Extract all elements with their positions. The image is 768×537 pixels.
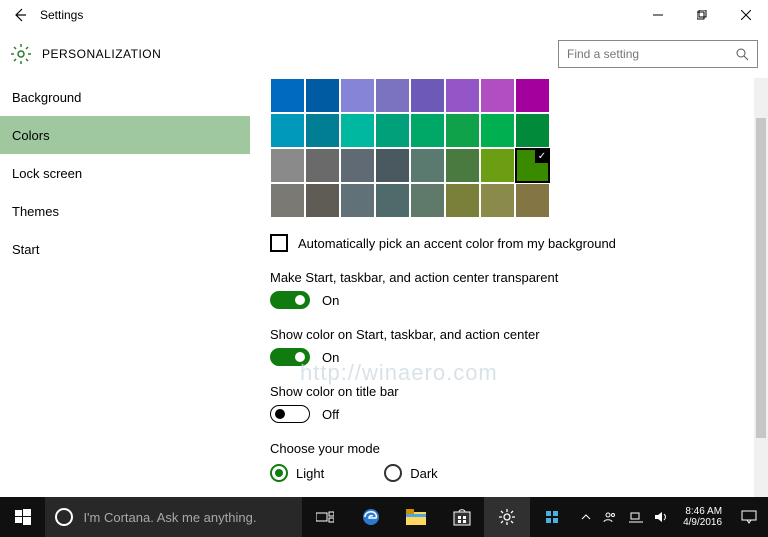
- back-button[interactable]: [10, 5, 30, 25]
- sidebar: BackgroundColorsLock screenThemesStart: [0, 78, 250, 497]
- scrollbar[interactable]: [754, 78, 768, 497]
- start-button[interactable]: [0, 497, 45, 537]
- sidebar-item-start[interactable]: Start: [0, 230, 250, 268]
- toggle-state: Off: [322, 407, 339, 422]
- accent-swatch[interactable]: [446, 114, 479, 147]
- mode-radio-light[interactable]: Light: [270, 464, 324, 482]
- accent-swatch[interactable]: [306, 79, 339, 112]
- toggle-switch[interactable]: [270, 348, 310, 366]
- accent-swatch[interactable]: [376, 114, 409, 147]
- accent-swatch[interactable]: [411, 184, 444, 217]
- accent-swatch[interactable]: [306, 149, 339, 182]
- tray-people-icon[interactable]: [597, 497, 623, 537]
- taskbar-app-settings[interactable]: [484, 497, 529, 537]
- accent-swatch[interactable]: [446, 184, 479, 217]
- cortana-placeholder: I'm Cortana. Ask me anything.: [83, 510, 256, 525]
- auto-pick-row[interactable]: Automatically pick an accent color from …: [270, 234, 748, 252]
- setting-label: Make Start, taskbar, and action center t…: [270, 270, 748, 285]
- accent-swatch[interactable]: [376, 149, 409, 182]
- task-view-button[interactable]: [302, 497, 347, 537]
- accent-swatch[interactable]: [481, 79, 514, 112]
- sidebar-item-themes[interactable]: Themes: [0, 192, 250, 230]
- radio-label: Dark: [410, 466, 437, 481]
- taskbar-app-other[interactable]: [530, 497, 575, 537]
- radio-circle: [384, 464, 402, 482]
- search-icon: [735, 47, 749, 61]
- minimize-button[interactable]: [636, 0, 680, 30]
- accent-swatch[interactable]: [376, 184, 409, 217]
- accent-swatch[interactable]: [481, 184, 514, 217]
- toggle-switch[interactable]: [270, 405, 310, 423]
- taskbar-app-edge[interactable]: [348, 497, 393, 537]
- tray-network-icon[interactable]: [623, 497, 649, 537]
- accent-swatch[interactable]: [411, 114, 444, 147]
- accent-swatch[interactable]: [411, 79, 444, 112]
- auto-pick-label: Automatically pick an accent color from …: [298, 236, 616, 251]
- setting-label: Show color on title bar: [270, 384, 748, 399]
- gear-icon: [10, 43, 32, 65]
- sidebar-item-lock-screen[interactable]: Lock screen: [0, 154, 250, 192]
- sidebar-item-background[interactable]: Background: [0, 78, 250, 116]
- scrollbar-thumb[interactable]: [756, 118, 766, 438]
- accent-swatch[interactable]: [411, 149, 444, 182]
- cortana-search[interactable]: I'm Cortana. Ask me anything.: [45, 497, 302, 537]
- accent-swatch[interactable]: [271, 79, 304, 112]
- accent-swatch[interactable]: [341, 184, 374, 217]
- accent-swatch[interactable]: [341, 149, 374, 182]
- taskbar: I'm Cortana. Ask me anything. 8:46 AM 4/…: [0, 497, 768, 537]
- search-input[interactable]: [567, 47, 735, 61]
- accent-swatch[interactable]: [446, 79, 479, 112]
- accent-swatch[interactable]: [481, 114, 514, 147]
- accent-swatch[interactable]: [481, 149, 514, 182]
- auto-pick-checkbox[interactable]: [270, 234, 288, 252]
- accent-swatch[interactable]: [271, 114, 304, 147]
- action-center-button[interactable]: [730, 497, 768, 537]
- page-title: PERSONALIZATION: [42, 47, 558, 61]
- radio-label: Light: [296, 466, 324, 481]
- toggle-state: On: [322, 293, 339, 308]
- accent-color-grid: ✓: [270, 78, 748, 218]
- maximize-button[interactable]: [680, 0, 724, 30]
- taskbar-app-store[interactable]: [439, 497, 484, 537]
- accent-swatch[interactable]: [341, 79, 374, 112]
- search-box[interactable]: [558, 40, 758, 68]
- content-panel: ✓ Automatically pick an accent color fro…: [250, 78, 768, 497]
- accent-swatch[interactable]: [376, 79, 409, 112]
- accent-swatch[interactable]: [341, 114, 374, 147]
- accent-swatch[interactable]: [271, 184, 304, 217]
- clock-time: 8:46 AM: [683, 506, 722, 517]
- window-title: Settings: [40, 8, 636, 22]
- accent-swatch[interactable]: [271, 149, 304, 182]
- mode-radio-dark[interactable]: Dark: [384, 464, 437, 482]
- mode-label: Choose your mode: [270, 441, 748, 456]
- taskbar-clock[interactable]: 8:46 AM 4/9/2016: [675, 506, 730, 528]
- accent-swatch[interactable]: [516, 114, 549, 147]
- toggle-switch[interactable]: [270, 291, 310, 309]
- taskbar-app-explorer[interactable]: [393, 497, 438, 537]
- accent-swatch[interactable]: ✓: [516, 149, 549, 182]
- accent-swatch[interactable]: [306, 114, 339, 147]
- accent-swatch[interactable]: [516, 79, 549, 112]
- check-icon: ✓: [535, 149, 549, 163]
- close-button[interactable]: [724, 0, 768, 30]
- accent-swatch[interactable]: [446, 149, 479, 182]
- radio-circle: [270, 464, 288, 482]
- accent-swatch[interactable]: [306, 184, 339, 217]
- setting-label: Show color on Start, taskbar, and action…: [270, 327, 748, 342]
- tray-volume-icon[interactable]: [649, 497, 675, 537]
- toggle-state: On: [322, 350, 339, 365]
- tray-chevron-icon[interactable]: [575, 497, 597, 537]
- cortana-icon: [55, 508, 73, 526]
- clock-date: 4/9/2016: [683, 517, 722, 528]
- accent-swatch[interactable]: [516, 184, 549, 217]
- sidebar-item-colors[interactable]: Colors: [0, 116, 250, 154]
